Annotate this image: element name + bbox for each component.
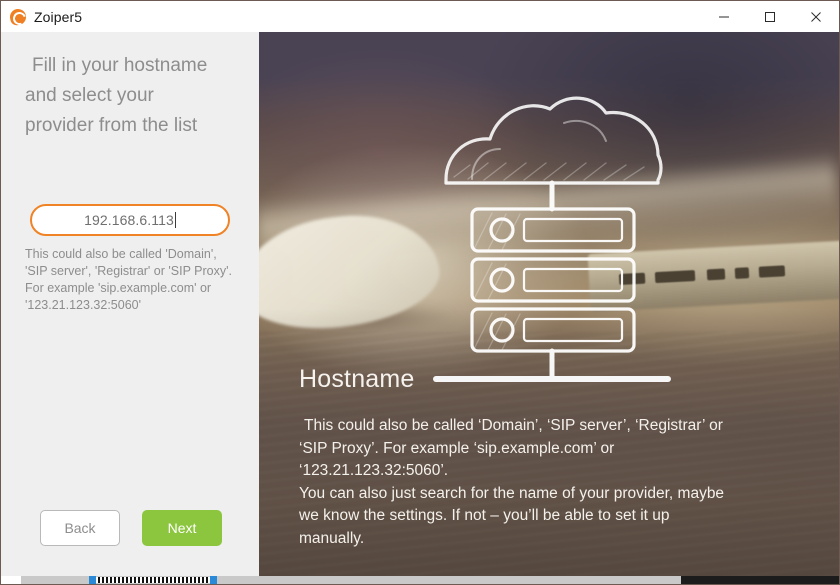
heading-line-1: Fill in your hostname xyxy=(32,55,208,76)
selection-handle-left[interactable] xyxy=(89,576,96,584)
hostname-input-value: 192.168.6.113 xyxy=(84,212,174,228)
window-title: Zoiper5 xyxy=(34,8,83,25)
left-form-panel: Fill in your hostname and select your pr… xyxy=(1,32,259,584)
info-line-4: You can also just search for the name of… xyxy=(299,484,725,502)
hostname-helper-text: This could also be called 'Domain', 'SIP… xyxy=(25,246,240,314)
info-line-6: manually. xyxy=(299,529,365,547)
info-line-1: This could also be called ‘Domain’, ‘SIP… xyxy=(304,417,723,434)
background-bottom-strip xyxy=(1,576,839,584)
wizard-button-row: Back Next xyxy=(40,510,240,546)
back-button[interactable]: Back xyxy=(40,510,120,546)
helper-line-1: This could also be called 'Domain', xyxy=(25,247,217,261)
page-heading: Fill in your hostname and select your pr… xyxy=(25,51,239,141)
helper-line-2: 'SIP server', 'Registrar' or 'SIP Proxy'… xyxy=(25,264,232,278)
hostname-input[interactable]: 192.168.6.113 xyxy=(30,204,230,236)
info-body: This could also be called ‘Domain’, ‘SIP… xyxy=(299,415,809,550)
heading-line-3: provider from the list xyxy=(25,115,198,136)
selection-handle-right[interactable] xyxy=(210,576,217,584)
info-line-2: ‘SIP Proxy’. For example ‘sip.example.co… xyxy=(299,439,615,457)
strip-left-segment xyxy=(1,576,21,584)
selection-marquee xyxy=(94,577,214,583)
helper-line-3: For example 'sip.example.com' or xyxy=(25,281,212,295)
text-caret xyxy=(174,212,176,228)
close-icon[interactable] xyxy=(793,1,839,32)
next-button[interactable]: Next xyxy=(142,510,222,546)
info-title: Hostname xyxy=(299,365,415,393)
maximize-icon[interactable] xyxy=(747,1,793,32)
right-info-panel: Hostname This could also be called ‘Doma… xyxy=(259,32,839,584)
zoiper-logo-icon xyxy=(8,7,29,27)
zoiper-wizard-window: Zoiper5 Fill in your hostname and select… xyxy=(0,0,840,585)
title-bar: Zoiper5 xyxy=(1,1,839,32)
info-line-5: we know the settings. If not – you’ll be… xyxy=(299,507,670,524)
cloud-server-sketch-icon xyxy=(414,87,694,387)
helper-line-4: '123.21.123.32:5060' xyxy=(25,298,141,312)
strip-dark-segment xyxy=(681,576,839,584)
heading-line-2: and select your xyxy=(25,85,154,106)
info-line-3: ‘123.21.123.32:5060’. xyxy=(299,462,449,479)
minimize-icon[interactable] xyxy=(701,1,747,32)
window-controls xyxy=(701,1,839,32)
